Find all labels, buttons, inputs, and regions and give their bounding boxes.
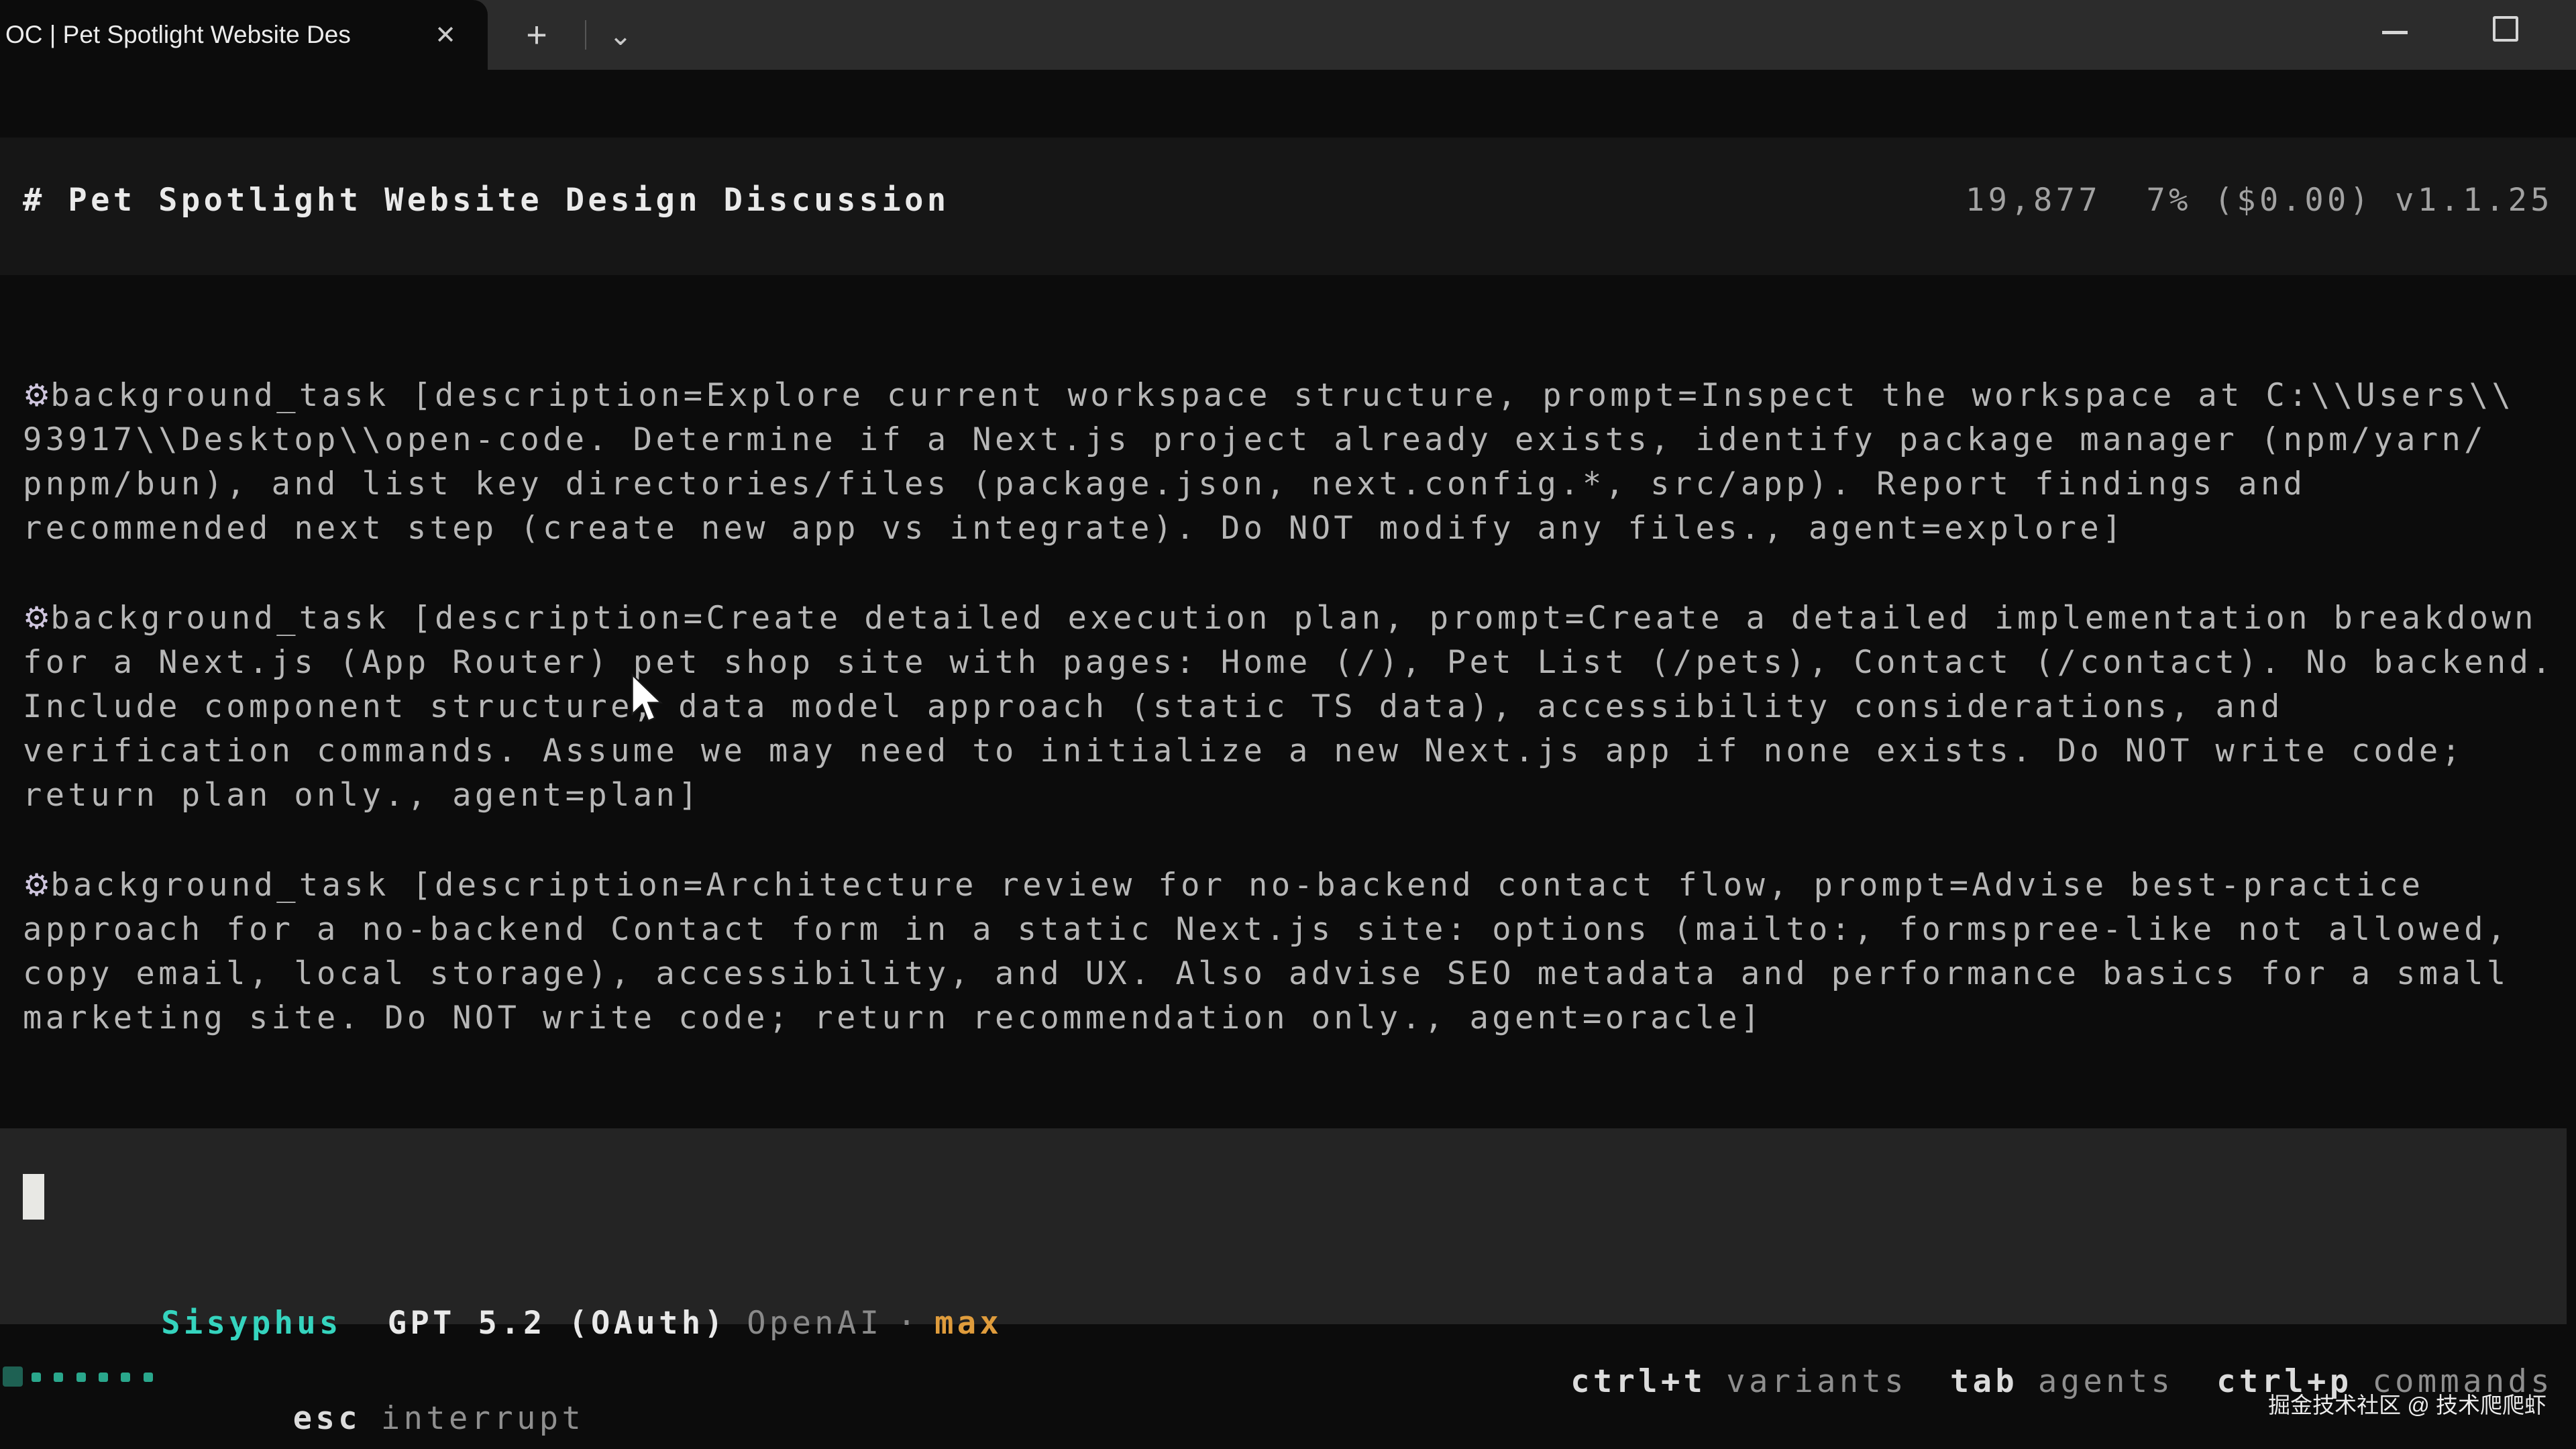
shortcut-label: variants — [1726, 1363, 1907, 1400]
close-tab-icon[interactable]: ✕ — [421, 0, 470, 70]
spinner-dot — [32, 1373, 41, 1382]
new-tab-button[interactable]: + — [514, 0, 559, 70]
esc-key-label: interrupt — [381, 1400, 584, 1437]
spinner-dot — [144, 1373, 153, 1382]
session-header: # Pet Spotlight Website Design Discussio… — [0, 138, 2576, 275]
tab-title: OC | Pet Spotlight Website Des — [5, 21, 351, 49]
shortcut-variants: ctrl+t variants — [1570, 1363, 1907, 1400]
gear-icon: ⚙ — [23, 377, 50, 413]
background-task-plan: ⚙background_task [description=Create det… — [23, 596, 2576, 818]
spinner-dot — [76, 1373, 86, 1382]
model-status-row: Sisyphus GPT 5.2 (OAuth) OpenAI · max — [25, 1268, 1002, 1379]
task-text: background_task [description=Architectur… — [23, 867, 2510, 1036]
interrupt-hint: esc interrupt — [203, 1363, 584, 1449]
watermark: 掘金技术社区 @ 技术爬爬虾 — [2268, 1387, 2546, 1419]
tab-pet-spotlight[interactable]: OC | Pet Spotlight Website Des ✕ — [0, 0, 488, 70]
shortcut-key: ctrl+t — [1570, 1363, 1706, 1400]
session-title: # Pet Spotlight Website Design Discussio… — [23, 182, 950, 275]
task-text: background_task [description=Create deta… — [23, 600, 2555, 814]
gear-icon: ⚙ — [23, 867, 50, 903]
background-task-oracle: ⚙background_task [description=Architectu… — [23, 863, 2576, 1040]
background-task-explore: ⚙background_task [description=Explore cu… — [23, 373, 2576, 551]
progress-spinner — [3, 1366, 204, 1389]
tabbar-divider — [585, 20, 586, 50]
shortcut-agents: tab agents — [1950, 1363, 2174, 1400]
model-name: GPT 5.2 (OAuth) — [388, 1305, 727, 1342]
tab-bar: OC | Pet Spotlight Website Des ✕ + ⌄ — [0, 0, 2576, 70]
text-cursor — [23, 1174, 44, 1220]
task-text: background_task [description=Explore cur… — [23, 377, 2514, 547]
model-provider: OpenAI — [747, 1305, 882, 1342]
spinner-dot — [121, 1373, 130, 1382]
model-mode: max — [934, 1305, 1002, 1342]
maximize-button[interactable] — [2493, 16, 2518, 42]
spinner-dot — [99, 1373, 108, 1382]
spinner-dot — [54, 1373, 63, 1382]
prompt-input-area[interactable]: SisyphusGPT 5.2 (OAuth)OpenAI·max — [0, 1128, 2567, 1324]
session-stats: 19,877 7% ($0.00) v1.1.25 — [1966, 182, 2553, 275]
shortcut-key: tab — [1950, 1363, 2018, 1400]
minimize-button[interactable] — [2382, 31, 2408, 34]
spinner-block — [3, 1366, 23, 1387]
tab-dropdown-chevron-icon[interactable]: ⌄ — [597, 0, 644, 70]
terminal-window: OC | Pet Spotlight Website Des ✕ + ⌄ # P… — [0, 0, 2576, 1449]
shortcut-label: agents — [2038, 1363, 2174, 1400]
esc-key-hint: esc — [293, 1400, 361, 1437]
gear-icon: ⚙ — [23, 600, 50, 636]
mouse-cursor-icon — [629, 674, 665, 724]
separator-dot: · — [897, 1305, 920, 1342]
agent-name: Sisyphus — [161, 1305, 342, 1342]
